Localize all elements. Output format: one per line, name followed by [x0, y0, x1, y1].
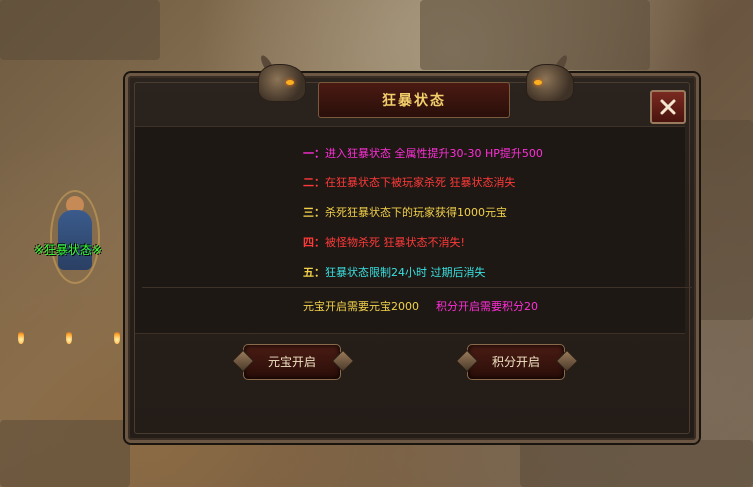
- button-label: 元宝开启: [267, 355, 316, 369]
- rubble: [0, 0, 160, 60]
- rule-line-1: 一：进入狂暴状态 全属性提升30-30 HP提升500: [303, 145, 543, 160]
- rules-panel: 一：进入狂暴状态 全属性提升30-30 HP提升500 二：在狂暴状态下被玩家杀…: [135, 126, 692, 334]
- rule-text: 在狂暴状态下被玩家杀死 狂暴状态消失: [325, 176, 516, 189]
- rule-text: 杀死狂暴状态下的玩家获得1000元宝: [325, 206, 507, 219]
- character-status-tag: ※狂暴状态※: [34, 243, 103, 257]
- dragon-head-ornament-left: [240, 53, 320, 110]
- jifen-open-button[interactable]: 积分开启: [455, 340, 579, 382]
- dragon-eye: [286, 80, 294, 85]
- rule-line-5: 五：狂暴状态限制24小时 过期后消失: [303, 264, 486, 279]
- dialog-title: 狂暴状态: [382, 93, 446, 109]
- rule-text: 狂暴状态限制24小时 过期后消失: [325, 266, 486, 279]
- dialog-title-bar: 狂暴状态: [318, 82, 510, 118]
- dragon-head-ornament-right: [508, 53, 588, 110]
- rule-line-3: 三：杀死狂暴状态下的玩家获得1000元宝: [303, 204, 507, 219]
- rule-text: 被怪物杀死 狂暴状态不消失!: [325, 236, 465, 249]
- rule-line-2: 二：在狂暴状态下被玩家杀死 狂暴状态消失: [303, 174, 516, 189]
- jifen-cost-text: 积分开启需要积分20: [436, 300, 538, 313]
- rule-text: 进入狂暴状态 全属性提升30-30 HP提升500: [325, 147, 543, 160]
- torch-flame: [18, 330, 24, 344]
- yuanbao-cost-text: 元宝开启需要元宝2000: [303, 300, 419, 313]
- close-button[interactable]: [650, 90, 686, 124]
- rule-number: 五：: [303, 266, 325, 279]
- yuanbao-open-button[interactable]: 元宝开启: [231, 340, 355, 382]
- torch-flame: [66, 330, 72, 344]
- berserk-status-dialog: 狂暴状态 一：进入狂暴状态 全属性提升30-30 HP提升500 二：在狂暴状态…: [125, 53, 699, 443]
- player-character[interactable]: [46, 190, 106, 290]
- rubble: [690, 120, 753, 320]
- dragon-eye: [534, 80, 542, 85]
- character-body: [58, 210, 92, 270]
- torch-flame: [114, 330, 120, 344]
- dragon-skull: [258, 64, 306, 102]
- rubble: [520, 440, 753, 487]
- rule-number: 三：: [303, 206, 325, 219]
- rule-number: 四：: [303, 236, 325, 249]
- rule-number: 二：: [303, 176, 325, 189]
- rule-line-4: 四：被怪物杀死 狂暴状态不消失!: [303, 234, 465, 249]
- button-label: 积分开启: [491, 355, 540, 369]
- cost-row: 元宝开启需要元宝2000 积分开启需要积分20: [142, 287, 692, 328]
- rubble: [0, 420, 130, 487]
- cost-info: 元宝开启需要元宝2000 积分开启需要积分20: [303, 298, 538, 314]
- close-x-icon: [660, 99, 676, 115]
- rule-number: 一：: [303, 147, 325, 160]
